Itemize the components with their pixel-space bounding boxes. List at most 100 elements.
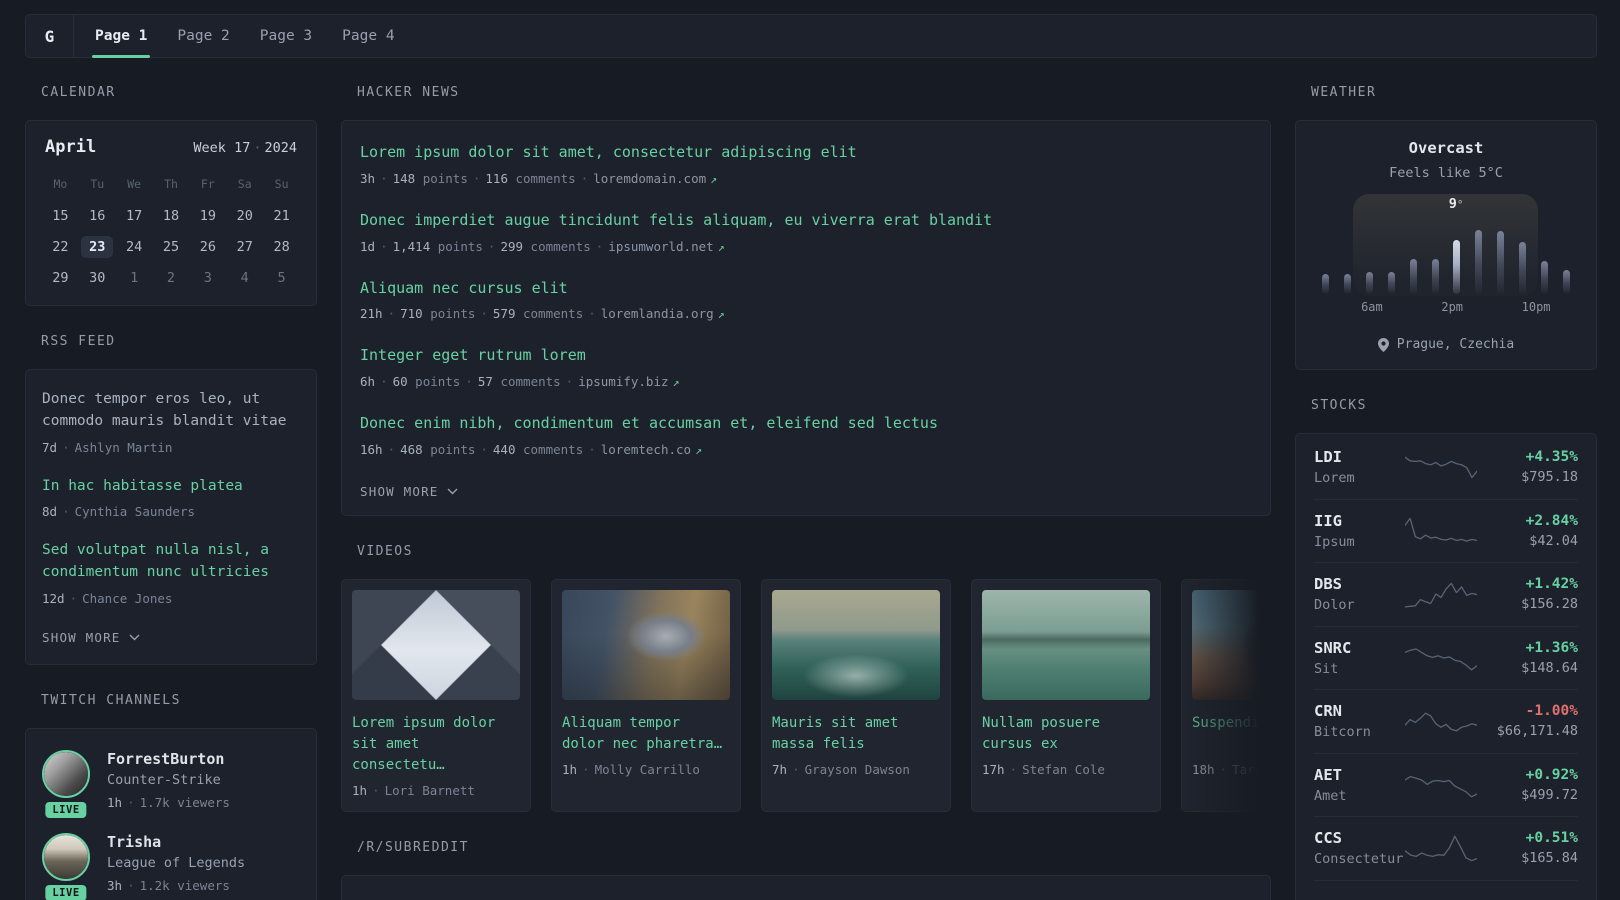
calendar-day[interactable]: 25 (153, 231, 190, 262)
external-link-icon: ↗ (710, 171, 718, 186)
hn-item-title[interactable]: Donec imperdiet augue tincidunt felis al… (360, 210, 1252, 232)
rss-item-title[interactable]: Donec tempor eros leo, ut commodo mauris… (42, 389, 300, 433)
calendar-day[interactable]: 30 (79, 262, 116, 293)
calendar-day-selected[interactable]: 23 (79, 231, 116, 262)
video-card[interactable]: Nullam posuere cursus ex 17h · Stefan Cole (971, 578, 1161, 812)
calendar-day[interactable]: 4 (226, 262, 263, 293)
twitch-channel[interactable]: LIVE ForrestBurton Counter-Strike 1h · 1.7k v… (42, 749, 300, 818)
section-title-videos: VIDEOS (357, 543, 413, 559)
weather-time-label (1483, 300, 1503, 314)
weather-hourly-chart: 9° 6am 2pm 10pm (1322, 194, 1570, 314)
hn-item-meta: 21h · 710 points · 579 comments · loremlandia.… (360, 306, 725, 322)
calendar-day[interactable]: 28 (263, 231, 300, 262)
stock-id: LDI Lorem (1314, 448, 1400, 486)
stock-id: AET Amet (1314, 766, 1400, 804)
weather-bar (1322, 274, 1329, 294)
hn-item-title[interactable]: Integer eget rutrum lorem (360, 345, 1252, 367)
left-column: CALENDAR April Week 17 · 2024 Mo Tu We Th Fr Sa… (25, 85, 317, 900)
calendar-day[interactable]: 29 (42, 262, 79, 293)
weather-location-row[interactable]: Prague, Czechia (1314, 337, 1578, 352)
calendar-day[interactable]: 18 (153, 200, 190, 231)
calendar-day-header: Mo (53, 177, 68, 191)
stock-row[interactable]: DBS Dolor +1.42% $156.28 (1314, 562, 1578, 626)
stock-values: +2.84% $42.04 (1482, 513, 1578, 549)
tab-page-3[interactable]: Page 3 (245, 15, 327, 57)
calendar-day[interactable]: 24 (116, 231, 153, 262)
hn-item: Donec enim nibh, condimentum et accumsan… (360, 413, 1252, 457)
chevron-down-icon (129, 634, 140, 641)
calendar-day[interactable]: 17 (116, 200, 153, 231)
stock-values: +0.51% $165.84 (1482, 830, 1578, 866)
calendar-day[interactable]: 19 (189, 200, 226, 231)
calendar-day[interactable]: 16 (79, 200, 116, 231)
stock-row[interactable]: AHS+0.46% (1314, 879, 1578, 900)
calendar-day[interactable]: 21 (263, 200, 300, 231)
hn-item-meta: 1d · 1,414 points · 299 comments · ipsumworld.… (360, 238, 725, 254)
section-title-stocks: STOCKS (1311, 398, 1367, 413)
channel-name[interactable]: Trisha (107, 833, 245, 851)
video-card[interactable]: Suspendisse diam 18h·Tara (1181, 578, 1271, 812)
stock-row[interactable]: AET Amet +0.92% $499.72 (1314, 752, 1578, 817)
weather-condition: Overcast (1408, 139, 1484, 157)
calendar-day[interactable]: 3 (189, 262, 226, 293)
hn-item-title[interactable]: Donec enim nibh, condimentum et accumsan… (360, 413, 1252, 435)
weather-time-labels: 6am 2pm 10pm (1322, 300, 1570, 314)
section-title-calendar: CALENDAR (41, 85, 116, 100)
stock-symbol: CRN (1314, 702, 1342, 721)
video-title: Nullam posuere cursus ex (982, 714, 1101, 752)
stocks-section: STOCKS LDI Lorem +4.35% $795.18 IIG Ipsum +2.8… (1295, 398, 1597, 900)
app-logo[interactable]: G (26, 15, 74, 57)
weather-bar (1343, 274, 1351, 294)
avatar (42, 832, 90, 881)
rss-item-title[interactable]: Sed volutpat nulla nisl, a condimentum n… (42, 540, 300, 584)
weather-bar (1409, 259, 1417, 294)
calendar-day[interactable]: 2 (153, 262, 190, 293)
page-tabs: Page 1 Page 2 Page 3 Page 4 (74, 15, 410, 58)
rss-item-title[interactable]: In hac habitasse platea (42, 476, 300, 498)
stock-row[interactable]: CRN Bitcorn -1.00% $66,171.48 (1314, 689, 1578, 753)
top-navigation-bar: G Page 1 Page 2 Page 3 Page 4 (25, 14, 1597, 58)
video-meta: 7h · Grayson Dawson (772, 761, 910, 777)
stocks-card: LDI Lorem +4.35% $795.18 IIG Ipsum +2.84% $42.0… (1295, 433, 1597, 900)
hn-item-meta: 16h · 468 points · 440 comments · loremtech.co… (360, 441, 702, 457)
video-card[interactable]: Lorem ipsum dolor sit amet consectetu… 1h… (341, 578, 531, 812)
tab-page-4[interactable]: Page 4 (327, 15, 409, 57)
calendar-day[interactable]: 5 (263, 262, 300, 293)
hn-item-title[interactable]: Lorem ipsum dolor sit amet, consectetur … (360, 142, 1252, 164)
video-card[interactable]: Aliquam tempor dolor nec pharetra… 1h · Mol… (551, 578, 741, 812)
weather-location: Prague, Czechia (1396, 337, 1515, 352)
external-link-domain: loremdomain.com (593, 170, 707, 186)
weather-time-label: 10pm (1521, 300, 1551, 314)
twitch-channel[interactable]: LIVE Trisha League of Legends 3h · 1.2k viewe… (42, 832, 300, 900)
rss-show-more-button[interactable]: SHOW MORE (42, 630, 140, 645)
video-thumbnail (562, 589, 730, 700)
stock-price: $42.04 (1529, 532, 1578, 549)
stock-row[interactable]: IIG Ipsum +2.84% $42.04 (1314, 498, 1578, 563)
tab-page-1[interactable]: Page 1 (80, 15, 162, 58)
subreddit-section: /R/SUBREDDIT Maecenas mollis pulvinar er… (341, 840, 1271, 900)
calendar-day[interactable]: 20 (226, 200, 263, 231)
stock-change: +0.51% (1525, 830, 1578, 847)
calendar-day-header: Th (164, 177, 178, 191)
stock-row[interactable]: SNRC Sit +1.36% $148.64 (1314, 625, 1578, 690)
stock-row[interactable]: CCS Consectetur +0.51% $165.84 (1314, 816, 1578, 880)
hn-item: Lorem ipsum dolor sit amet, consectetur … (360, 142, 1252, 186)
calendar-day[interactable]: 22 (42, 231, 79, 262)
calendar-day[interactable]: 26 (189, 231, 226, 262)
hn-item-title[interactable]: Aliquam nec cursus elit (360, 278, 1252, 300)
video-thumbnail (772, 589, 940, 700)
weather-bar (1387, 272, 1395, 294)
channel-name[interactable]: ForrestBurton (107, 750, 230, 768)
hn-show-more-button[interactable]: SHOW MORE (360, 484, 458, 499)
tab-page-2[interactable]: Page 2 (162, 15, 244, 57)
video-card[interactable]: Mauris sit amet massa felis 7h · Grayson Da… (761, 578, 951, 812)
calendar-header: April Week 17 · 2024 (42, 137, 300, 157)
stock-sparkline (1400, 768, 1482, 802)
calendar-day[interactable]: 15 (42, 200, 79, 231)
calendar-card: April Week 17 · 2024 Mo Tu We Th Fr Sa Su 15 16 17 1… (25, 120, 317, 306)
stock-row[interactable]: LDI Lorem +4.35% $795.18 (1314, 435, 1578, 499)
calendar-day[interactable]: 1 (116, 262, 153, 293)
stock-id: SNRC Sit (1314, 639, 1400, 677)
avatar-wrapper: LIVE (42, 749, 90, 818)
calendar-day[interactable]: 27 (226, 231, 263, 262)
